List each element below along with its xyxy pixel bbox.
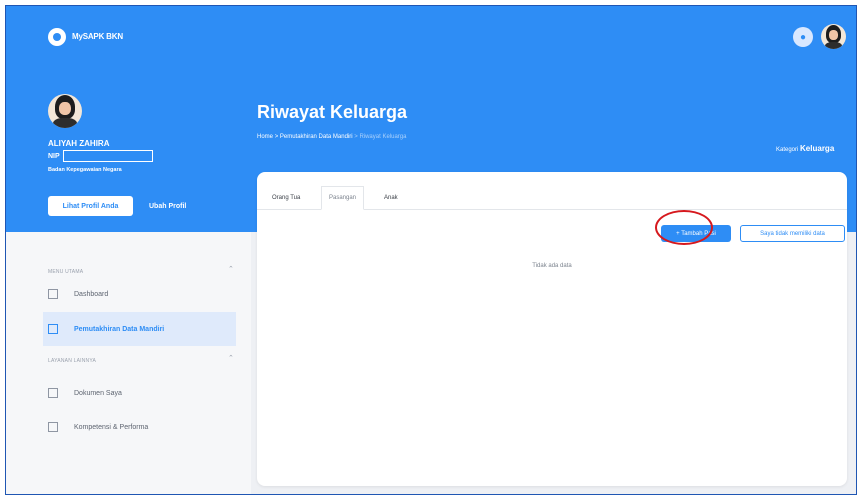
- family-history-card: Orang Tua Pasangan Anak + Tambah Pasi Sa…: [257, 172, 847, 486]
- sidebar-item-label: Pemutakhiran Data Mandiri: [74, 325, 165, 333]
- chevron-up-icon[interactable]: ⌃: [228, 265, 234, 273]
- sidebar-item-label: Dokumen Saya: [74, 389, 122, 397]
- breadcrumb-current: Riwayat Keluarga: [359, 134, 407, 140]
- app-name: MySAPK BKN: [72, 32, 123, 41]
- breadcrumb-separator: >: [274, 134, 279, 140]
- nip-redaction-box: [63, 150, 153, 162]
- sidebar: MENU UTAMA ⌃ Dashboard Pemutakhiran Data…: [6, 232, 251, 494]
- breadcrumb: Home > Pemutakhiran Data Mandiri > Riway…: [257, 134, 406, 140]
- top-bar: MySAPK BKN ●: [6, 6, 856, 56]
- profile-avatar: [48, 94, 82, 128]
- avatar-shirt-shape: [824, 41, 843, 49]
- tab-spouse[interactable]: Pasangan: [321, 186, 365, 210]
- chevron-up-icon[interactable]: ⌃: [228, 354, 234, 362]
- no-data-button[interactable]: Saya tidak memiliki data: [740, 225, 845, 242]
- sidebar-item-label: Kompetensi & Performa: [74, 423, 149, 431]
- family-tabs: Orang Tua Pasangan Anak: [257, 186, 847, 210]
- page-title: Riwayat Keluarga: [257, 102, 408, 122]
- nip-label: NIP: [48, 153, 60, 160]
- breadcrumb-home[interactable]: Home: [257, 134, 273, 140]
- user-name: ALIYAH ZAHIRA: [48, 139, 110, 148]
- bell-icon[interactable]: ●: [793, 27, 813, 47]
- app-window: MySAPK BKN ● ALIYAH ZAHIRA NIP Badan Kep…: [5, 5, 857, 495]
- agency-name: Badan Kepegawaian Negara: [48, 167, 122, 173]
- category-label: Kategori: [776, 147, 799, 153]
- tab-parents[interactable]: Orang Tua: [265, 186, 307, 210]
- competence-icon: [48, 422, 58, 432]
- sidebar-item-dashboard[interactable]: Dashboard: [48, 277, 241, 311]
- category-indicator: Kategori Keluarga: [776, 144, 834, 153]
- edit-profile-link[interactable]: Ubah Profil: [149, 196, 186, 216]
- avatar[interactable]: [821, 24, 846, 49]
- profile-avatar-face-shape: [59, 102, 71, 116]
- data-update-icon: [48, 324, 58, 334]
- highlight-annotation: [655, 210, 713, 245]
- breadcrumb-separator: >: [354, 134, 358, 140]
- service-menu-heading: LAYANAN LAINNYA: [48, 358, 97, 364]
- tab-children[interactable]: Anak: [377, 186, 405, 210]
- sidebar-item-competence[interactable]: Kompetensi & Performa: [48, 410, 241, 444]
- view-profile-button[interactable]: Lihat Profil Anda: [48, 196, 133, 216]
- empty-state-message: Tidak ada data: [532, 263, 572, 269]
- sidebar-item-data-update[interactable]: Pemutakhiran Data Mandiri: [43, 312, 236, 346]
- breadcrumb-parent[interactable]: Pemutakhiran Data Mandiri: [280, 134, 353, 140]
- dashboard-icon: [48, 289, 58, 299]
- profile-avatar-shirt-shape: [53, 117, 77, 128]
- sidebar-item-label: Dashboard: [74, 290, 109, 298]
- avatar-face-shape: [829, 30, 838, 40]
- document-icon: [48, 388, 58, 398]
- category-value[interactable]: Keluarga: [800, 144, 834, 153]
- bkn-logo-icon[interactable]: [48, 28, 66, 46]
- main-menu-heading: MENU UTAMA: [48, 269, 84, 275]
- sidebar-item-documents[interactable]: Dokumen Saya: [48, 376, 241, 410]
